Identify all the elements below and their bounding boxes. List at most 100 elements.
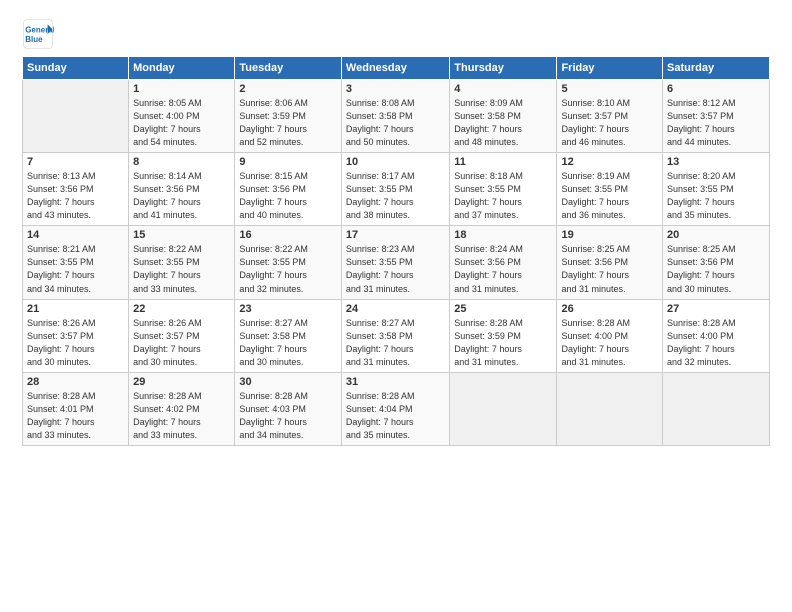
day-number: 10 [346, 156, 445, 168]
day-number: 3 [346, 83, 445, 95]
day-info: Sunrise: 8:19 AM Sunset: 3:55 PM Dayligh… [561, 170, 658, 222]
day-info: Sunrise: 8:18 AM Sunset: 3:55 PM Dayligh… [454, 170, 552, 222]
calendar-cell: 29 Sunrise: 8:28 AM Sunset: 4:02 PM Dayli… [129, 372, 235, 445]
day-number: 19 [561, 229, 658, 241]
day-number: 16 [239, 229, 337, 241]
day-info: Sunrise: 8:26 AM Sunset: 3:57 PM Dayligh… [27, 317, 124, 369]
calendar-cell: 19 Sunrise: 8:25 AM Sunset: 3:56 PM Dayli… [557, 226, 663, 299]
day-info: Sunrise: 8:28 AM Sunset: 4:00 PM Dayligh… [561, 317, 658, 369]
calendar-cell: 30 Sunrise: 8:28 AM Sunset: 4:03 PM Dayli… [235, 372, 342, 445]
day-number: 13 [667, 156, 765, 168]
day-info: Sunrise: 8:28 AM Sunset: 4:03 PM Dayligh… [239, 390, 337, 442]
day-number: 24 [346, 303, 445, 315]
calendar-cell: 1 Sunrise: 8:05 AM Sunset: 4:00 PM Daylig… [129, 80, 235, 153]
day-info: Sunrise: 8:28 AM Sunset: 4:04 PM Dayligh… [346, 390, 445, 442]
day-info: Sunrise: 8:27 AM Sunset: 3:58 PM Dayligh… [346, 317, 445, 369]
day-number: 15 [133, 229, 230, 241]
day-number: 21 [27, 303, 124, 315]
calendar-cell: 14Sunrise: 8:21 AM Sunset: 3:55 PM Dayli… [23, 226, 129, 299]
day-number: 29 [133, 376, 230, 388]
calendar-cell: 12 Sunrise: 8:19 AM Sunset: 3:55 PM Dayli… [557, 153, 663, 226]
calendar-cell: 17Sunrise: 8:23 AM Sunset: 3:55 PM Dayli… [341, 226, 449, 299]
calendar-table: SundayMondayTuesdayWednesdayThursdayFrid… [22, 56, 770, 446]
calendar-week-2: 7Sunrise: 8:13 AM Sunset: 3:56 PM Daylig… [23, 153, 770, 226]
day-info: Sunrise: 8:28 AM Sunset: 3:59 PM Dayligh… [454, 317, 552, 369]
svg-text:Blue: Blue [25, 35, 43, 44]
calendar-cell: 25 Sunrise: 8:28 AM Sunset: 3:59 PM Dayli… [450, 299, 557, 372]
day-info: Sunrise: 8:22 AM Sunset: 3:55 PM Dayligh… [239, 243, 337, 295]
day-number: 2 [239, 83, 337, 95]
calendar-header-monday: Monday [129, 57, 235, 80]
day-number: 8 [133, 156, 230, 168]
calendar-header-sunday: Sunday [23, 57, 129, 80]
day-info: Sunrise: 8:21 AM Sunset: 3:55 PM Dayligh… [27, 243, 124, 295]
day-number: 1 [133, 83, 230, 95]
calendar-cell: 6 Sunrise: 8:12 AM Sunset: 3:57 PM Daylig… [663, 80, 770, 153]
day-info: Sunrise: 8:13 AM Sunset: 3:56 PM Dayligh… [27, 170, 124, 222]
page: General Blue SundayMondayTuesdayWednesda… [0, 0, 792, 612]
calendar-cell: 23 Sunrise: 8:27 AM Sunset: 3:58 PM Dayli… [235, 299, 342, 372]
calendar-cell: 21 Sunrise: 8:26 AM Sunset: 3:57 PM Dayli… [23, 299, 129, 372]
day-number: 23 [239, 303, 337, 315]
day-number: 18 [454, 229, 552, 241]
day-number: 27 [667, 303, 765, 315]
calendar-week-5: 28Sunrise: 8:28 AM Sunset: 4:01 PM Dayli… [23, 372, 770, 445]
calendar-cell: 13 Sunrise: 8:20 AM Sunset: 3:55 PM Dayli… [663, 153, 770, 226]
calendar-cell [663, 372, 770, 445]
day-number: 11 [454, 156, 552, 168]
calendar-cell: 20 Sunrise: 8:25 AM Sunset: 3:56 PM Dayli… [663, 226, 770, 299]
calendar-cell: 27Sunrise: 8:28 AM Sunset: 4:00 PM Dayli… [663, 299, 770, 372]
calendar-cell: 8 Sunrise: 8:14 AM Sunset: 3:56 PM Daylig… [129, 153, 235, 226]
calendar-cell: 11 Sunrise: 8:18 AM Sunset: 3:55 PM Dayli… [450, 153, 557, 226]
calendar-cell: 28Sunrise: 8:28 AM Sunset: 4:01 PM Dayli… [23, 372, 129, 445]
calendar-cell: 9 Sunrise: 8:15 AM Sunset: 3:56 PM Daylig… [235, 153, 342, 226]
calendar-header-thursday: Thursday [450, 57, 557, 80]
day-number: 4 [454, 83, 552, 95]
day-info: Sunrise: 8:06 AM Sunset: 3:59 PM Dayligh… [239, 97, 337, 149]
calendar-cell: 24 Sunrise: 8:27 AM Sunset: 3:58 PM Dayli… [341, 299, 449, 372]
day-number: 25 [454, 303, 552, 315]
day-info: Sunrise: 8:10 AM Sunset: 3:57 PM Dayligh… [561, 97, 658, 149]
logo: General Blue [22, 18, 54, 50]
day-number: 12 [561, 156, 658, 168]
calendar-header-saturday: Saturday [663, 57, 770, 80]
day-number: 26 [561, 303, 658, 315]
day-number: 5 [561, 83, 658, 95]
day-info: Sunrise: 8:28 AM Sunset: 4:01 PM Dayligh… [27, 390, 124, 442]
day-info: Sunrise: 8:08 AM Sunset: 3:58 PM Dayligh… [346, 97, 445, 149]
logo-icon: General Blue [22, 18, 54, 50]
calendar-cell: 26 Sunrise: 8:28 AM Sunset: 4:00 PM Dayli… [557, 299, 663, 372]
calendar-header-wednesday: Wednesday [341, 57, 449, 80]
calendar-cell: 31 Sunrise: 8:28 AM Sunset: 4:04 PM Dayli… [341, 372, 449, 445]
calendar-cell: 2 Sunrise: 8:06 AM Sunset: 3:59 PM Daylig… [235, 80, 342, 153]
calendar-cell: 18Sunrise: 8:24 AM Sunset: 3:56 PM Dayli… [450, 226, 557, 299]
calendar-cell: 3 Sunrise: 8:08 AM Sunset: 3:58 PM Daylig… [341, 80, 449, 153]
calendar-cell: 15 Sunrise: 8:22 AM Sunset: 3:55 PM Dayli… [129, 226, 235, 299]
day-info: Sunrise: 8:14 AM Sunset: 3:56 PM Dayligh… [133, 170, 230, 222]
day-info: Sunrise: 8:25 AM Sunset: 3:56 PM Dayligh… [561, 243, 658, 295]
calendar-cell [557, 372, 663, 445]
calendar-cell: 10 Sunrise: 8:17 AM Sunset: 3:55 PM Dayli… [341, 153, 449, 226]
day-info: Sunrise: 8:22 AM Sunset: 3:55 PM Dayligh… [133, 243, 230, 295]
day-number: 9 [239, 156, 337, 168]
day-number: 20 [667, 229, 765, 241]
calendar-week-1: 1 Sunrise: 8:05 AM Sunset: 4:00 PM Daylig… [23, 80, 770, 153]
day-info: Sunrise: 8:20 AM Sunset: 3:55 PM Dayligh… [667, 170, 765, 222]
calendar-cell: 22Sunrise: 8:26 AM Sunset: 3:57 PM Dayli… [129, 299, 235, 372]
day-info: Sunrise: 8:15 AM Sunset: 3:56 PM Dayligh… [239, 170, 337, 222]
day-info: Sunrise: 8:25 AM Sunset: 3:56 PM Dayligh… [667, 243, 765, 295]
day-info: Sunrise: 8:17 AM Sunset: 3:55 PM Dayligh… [346, 170, 445, 222]
calendar-cell: 16 Sunrise: 8:22 AM Sunset: 3:55 PM Dayli… [235, 226, 342, 299]
day-info: Sunrise: 8:27 AM Sunset: 3:58 PM Dayligh… [239, 317, 337, 369]
day-number: 6 [667, 83, 765, 95]
day-info: Sunrise: 8:12 AM Sunset: 3:57 PM Dayligh… [667, 97, 765, 149]
day-number: 30 [239, 376, 337, 388]
day-info: Sunrise: 8:28 AM Sunset: 4:02 PM Dayligh… [133, 390, 230, 442]
day-info: Sunrise: 8:05 AM Sunset: 4:00 PM Dayligh… [133, 97, 230, 149]
day-number: 31 [346, 376, 445, 388]
calendar-week-4: 21 Sunrise: 8:26 AM Sunset: 3:57 PM Dayli… [23, 299, 770, 372]
calendar-cell: 5 Sunrise: 8:10 AM Sunset: 3:57 PM Daylig… [557, 80, 663, 153]
day-number: 22 [133, 303, 230, 315]
day-info: Sunrise: 8:23 AM Sunset: 3:55 PM Dayligh… [346, 243, 445, 295]
header: General Blue [22, 18, 770, 50]
